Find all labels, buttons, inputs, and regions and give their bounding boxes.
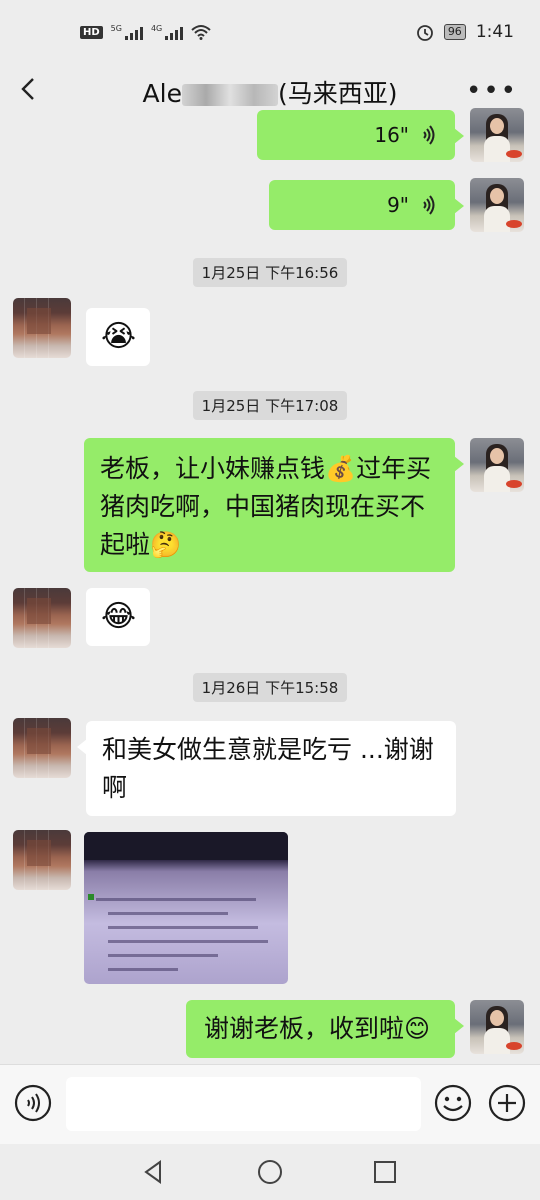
laughing-emoji-icon: 😂 [101, 599, 137, 634]
nav-recents-icon[interactable] [371, 1158, 399, 1186]
voice-wave-icon [423, 125, 435, 145]
message-text: 老板，让小妹赚点钱💰过年买猪肉吃啊，中国猪肉现在买不起啦🤔 [100, 454, 432, 559]
voice-message[interactable]: 16" [257, 110, 464, 160]
my-avatar[interactable] [470, 178, 524, 232]
voice-input-icon[interactable] [13, 1083, 53, 1123]
contact-avatar[interactable] [13, 830, 71, 890]
my-avatar[interactable] [470, 1000, 524, 1054]
more-options-icon[interactable]: ••• [466, 76, 518, 106]
contact-avatar[interactable] [13, 718, 71, 778]
signal-4g-icon: 4G [150, 24, 184, 40]
crying-emoji-icon: 😭 [101, 319, 137, 354]
timestamp: 1月25日 下午17:08 [0, 391, 540, 420]
alarm-icon [416, 25, 433, 41]
system-nav-bar [0, 1144, 540, 1200]
battery-icon: 96 [443, 24, 466, 40]
message-text: 谢谢老板，收到啦😊 [204, 1014, 431, 1043]
status-bar: HD 5G 4G 96 1:41 [0, 0, 540, 66]
chat-header: Ale (马来西亚) ••• [0, 66, 540, 116]
text-message[interactable]: 谢谢老板，收到啦😊 [186, 1000, 464, 1058]
nav-home-icon[interactable] [256, 1158, 284, 1186]
my-avatar[interactable] [470, 108, 524, 162]
clock: 1:41 [475, 22, 514, 42]
timestamp-text: 1月26日 下午15:58 [192, 673, 348, 702]
text-message[interactable]: 和美女做生意就是吃亏 ...谢谢啊 [77, 721, 456, 816]
voice-message[interactable]: 9" [269, 180, 464, 230]
blurred-name [181, 84, 278, 106]
voice-duration: 9" [387, 193, 409, 217]
title-prefix: Ale [142, 79, 182, 108]
text-message[interactable]: 老板，让小妹赚点钱💰过年买猪肉吃啊，中国猪肉现在买不起啦🤔 [84, 438, 464, 572]
message-input[interactable] [66, 1077, 421, 1131]
timestamp-text: 1月25日 下午16:56 [192, 258, 348, 287]
emoji-message[interactable]: 😂 [86, 588, 150, 646]
signal-5g-icon: 5G [111, 24, 143, 40]
contact-avatar[interactable] [13, 298, 71, 358]
emoji-picker-icon[interactable] [433, 1083, 473, 1123]
voice-duration: 16" [374, 123, 409, 147]
wifi-icon [191, 25, 211, 40]
timestamp: 1月25日 下午16:56 [0, 258, 540, 287]
timestamp: 1月26日 下午15:58 [0, 673, 540, 702]
timestamp-text: 1月25日 下午17:08 [192, 391, 348, 420]
add-attachment-icon[interactable] [487, 1083, 527, 1123]
my-avatar[interactable] [470, 438, 524, 492]
contact-avatar[interactable] [13, 588, 71, 648]
net-label-4g: 4G [150, 24, 163, 33]
image-message[interactable] [84, 832, 288, 984]
message-text: 和美女做生意就是吃亏 ...谢谢啊 [102, 735, 434, 802]
chat-title: Ale (马来西亚) [0, 74, 540, 110]
input-bar [0, 1064, 540, 1144]
hd-icon: HD [80, 25, 103, 39]
nav-back-icon[interactable] [140, 1158, 168, 1186]
emoji-message[interactable]: 😭 [86, 308, 150, 366]
net-label-5g: 5G [110, 24, 122, 33]
voice-wave-icon [423, 195, 435, 215]
title-suffix: (马来西亚) [277, 79, 398, 108]
